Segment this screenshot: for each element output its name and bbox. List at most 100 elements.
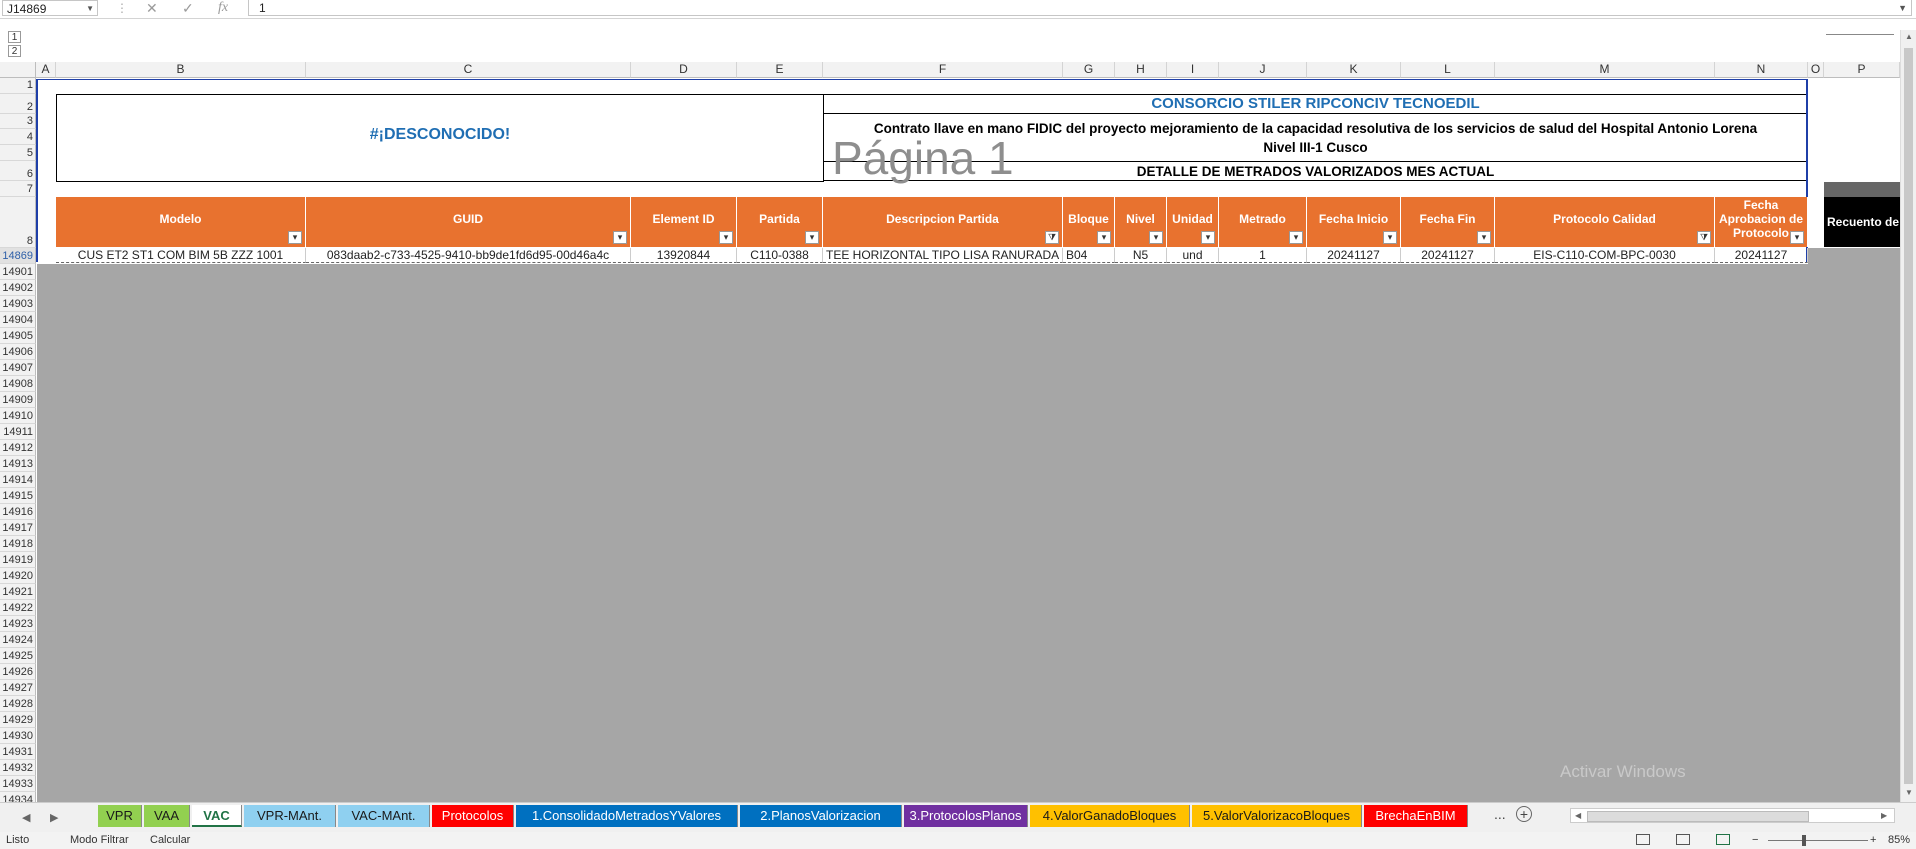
sheet-tab[interactable]: Protocolos — [432, 805, 514, 827]
column-header-o[interactable]: O — [1808, 62, 1824, 78]
cell-unidad[interactable]: und — [1167, 248, 1219, 263]
filter-dropdown-icon[interactable]: ▾ — [1289, 231, 1303, 244]
row-header[interactable]: 8 — [0, 197, 36, 248]
zoom-in-icon[interactable]: + — [1870, 834, 1876, 846]
cell-nivel[interactable]: N5 — [1115, 248, 1167, 263]
row-header[interactable]: 14931 — [0, 744, 36, 760]
cancel-icon[interactable]: ✕ — [146, 0, 158, 16]
column-header-n[interactable]: N — [1715, 62, 1808, 78]
row-header[interactable]: 4 — [0, 129, 36, 145]
row-header[interactable]: 14930 — [0, 728, 36, 744]
filter-dropdown-icon[interactable]: ▾ — [1097, 231, 1111, 244]
row-header[interactable]: 14915 — [0, 488, 36, 504]
column-header-i[interactable]: I — [1167, 62, 1219, 78]
row-header[interactable]: 14908 — [0, 376, 36, 392]
formula-input[interactable]: 1 ▼ — [248, 0, 1912, 16]
row-header[interactable]: 14925 — [0, 648, 36, 664]
row-header[interactable]: 14905 — [0, 328, 36, 344]
cell-descripcion[interactable]: TEE HORIZONTAL TIPO LISA RANURADA — [823, 248, 1063, 263]
row-header[interactable]: 2 — [0, 94, 36, 114]
row-header[interactable]: 5 — [0, 145, 36, 161]
column-header-h[interactable]: H — [1115, 62, 1167, 78]
filter-dropdown-icon[interactable]: ▾ — [1477, 231, 1491, 244]
row-header[interactable]: 14923 — [0, 616, 36, 632]
sheet-tab[interactable]: VAC-MAnt. — [338, 805, 430, 827]
row-header[interactable]: 14906 — [0, 344, 36, 360]
row-header[interactable]: 14920 — [0, 568, 36, 584]
filter-dropdown-icon[interactable]: ▾ — [1790, 231, 1804, 244]
row-header[interactable]: 14924 — [0, 632, 36, 648]
row-header[interactable]: 14903 — [0, 296, 36, 312]
row-header[interactable]: 14902 — [0, 280, 36, 296]
cell-fecha-fin[interactable]: 20241127 — [1401, 248, 1495, 263]
chevron-down-icon[interactable]: ▼ — [86, 1, 94, 17]
filter-active-icon[interactable]: ⧩ — [1045, 231, 1059, 244]
select-all-corner[interactable] — [0, 62, 36, 78]
cell-metrado[interactable]: 1 — [1219, 248, 1307, 263]
sheet-tab[interactable]: VPR — [98, 805, 142, 827]
row-header[interactable]: 14912 — [0, 440, 36, 456]
zoom-slider[interactable] — [1768, 840, 1868, 841]
enter-icon[interactable]: ✓ — [182, 0, 194, 16]
scroll-up-icon[interactable]: ▲ — [1905, 32, 1913, 41]
zoom-out-icon[interactable]: − — [1752, 834, 1758, 846]
row-header-selected[interactable]: 14869 — [0, 248, 36, 264]
sheet-tab[interactable]: 4.ValorGanadoBloques — [1030, 805, 1190, 827]
more-tabs-icon[interactable]: ... — [1494, 806, 1506, 822]
column-header-e[interactable]: E — [737, 62, 823, 78]
outline-level-1-button[interactable]: 1 — [8, 31, 21, 43]
row-header[interactable]: 14929 — [0, 712, 36, 728]
row-header[interactable]: 14921 — [0, 584, 36, 600]
sheet-tab[interactable]: VPR-MAnt. — [244, 805, 336, 827]
name-box[interactable]: J14869 ▼ — [2, 0, 98, 16]
row-header[interactable]: 14913 — [0, 456, 36, 472]
cell-element-id[interactable]: 13920844 — [631, 248, 737, 263]
column-header-a[interactable]: A — [36, 62, 56, 78]
vertical-scrollbar[interactable]: ▲ ▼ — [1900, 30, 1916, 802]
sheet-tab[interactable]: 2.PlanosValorizacion — [740, 805, 902, 827]
column-header-g[interactable]: G — [1063, 62, 1115, 78]
cell-protocolo[interactable]: EIS-C110-COM-BPC-0030 — [1495, 248, 1715, 263]
row-header[interactable]: 14927 — [0, 680, 36, 696]
zoom-level[interactable]: 85% — [1888, 834, 1910, 846]
row-header[interactable]: 1 — [0, 78, 36, 94]
row-header[interactable]: 14910 — [0, 408, 36, 424]
zoom-slider-thumb[interactable] — [1802, 835, 1806, 846]
cell-guid[interactable]: 083daab2-c733-4525-9410-bb9de1fd6d95-00d… — [306, 248, 631, 263]
row-header[interactable]: 7 — [0, 181, 36, 197]
row-header[interactable]: 14916 — [0, 504, 36, 520]
filter-dropdown-icon[interactable]: ▾ — [613, 231, 627, 244]
scroll-left-icon[interactable]: ◀ — [1575, 811, 1581, 820]
column-header-b[interactable]: B — [56, 62, 306, 78]
add-sheet-icon[interactable]: + — [1516, 806, 1532, 822]
tab-scroll-left-icon[interactable]: ◀ — [22, 811, 30, 824]
sheet-tab[interactable]: 3.ProtocolosPlanos — [904, 805, 1028, 827]
normal-view-icon[interactable] — [1636, 834, 1650, 845]
filter-dropdown-icon[interactable]: ▾ — [719, 231, 733, 244]
row-header[interactable]: 6 — [0, 161, 36, 181]
filter-dropdown-icon[interactable]: ▾ — [1383, 231, 1397, 244]
outline-level-2-button[interactable]: 2 — [8, 45, 21, 57]
row-header[interactable]: 14909 — [0, 392, 36, 408]
sheet-tab[interactable]: VAC — [192, 805, 242, 827]
sheet-tab[interactable]: VAA — [144, 805, 190, 827]
column-header-k[interactable]: K — [1307, 62, 1401, 78]
page-layout-view-icon[interactable] — [1676, 834, 1690, 845]
row-header[interactable]: 14919 — [0, 552, 36, 568]
row-header[interactable]: 14928 — [0, 696, 36, 712]
row-header[interactable]: 14926 — [0, 664, 36, 680]
column-header-f[interactable]: F — [823, 62, 1063, 78]
column-header-l[interactable]: L — [1401, 62, 1495, 78]
cell-fecha-aprobacion[interactable]: 20241127 — [1715, 248, 1808, 263]
row-header[interactable]: 14917 — [0, 520, 36, 536]
row-header[interactable]: 14901 — [0, 264, 36, 280]
sheet-tab[interactable]: BrechaEnBIM — [1364, 805, 1468, 827]
scroll-down-icon[interactable]: ▼ — [1905, 788, 1913, 797]
row-header[interactable]: 14932 — [0, 760, 36, 776]
cell-modelo[interactable]: CUS ET2 ST1 COM BIM 5B ZZZ 1001 — [56, 248, 306, 263]
row-header[interactable]: 14918 — [0, 536, 36, 552]
filter-dropdown-icon[interactable]: ▾ — [1201, 231, 1215, 244]
sheet-tab[interactable]: 1.ConsolidadoMetradosYValores — [516, 805, 738, 827]
scroll-right-icon[interactable]: ▶ — [1881, 811, 1887, 820]
cell-bloque[interactable]: B04 — [1063, 248, 1115, 263]
